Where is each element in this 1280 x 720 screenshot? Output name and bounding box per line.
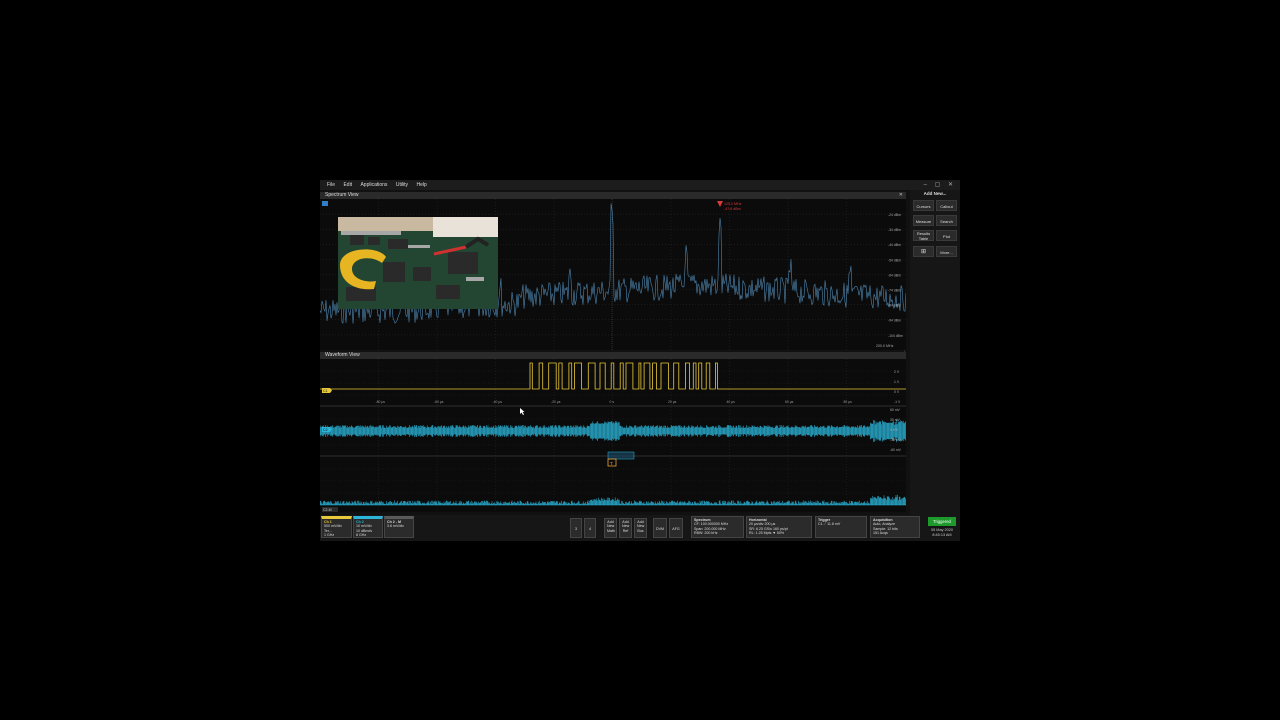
menu-file[interactable]: File <box>327 180 335 190</box>
time-tick: 20 μs <box>668 400 677 404</box>
marker-level: -47.8 dBm <box>724 207 741 211</box>
more-button[interactable]: More... <box>936 246 957 257</box>
trigger-settings-badge[interactable]: Trigger C1 ⟋ 11.8 mV <box>815 516 867 538</box>
ch2-scale-tick: 60 mV <box>890 408 901 412</box>
spectrum-y-tick: -34 dBm <box>888 228 901 232</box>
waveform-view-title: Waveform View <box>320 352 906 359</box>
time-axis-labels: -80 μs -60 μs -40 μs -20 μs 0 s 20 μs 40 μs 60 … <box>376 400 853 404</box>
channel-4-button[interactable]: 4 <box>584 518 596 538</box>
zoom-icon[interactable]: ⊞ <box>913 246 934 257</box>
callout-button[interactable]: Callout <box>936 200 957 211</box>
ch1-bandwidth: 1 GHz <box>324 533 335 538</box>
results-sidebar: Add New... Cursors Callout Measure Searc… <box>910 190 960 515</box>
add-new-label: Add New... <box>923 191 947 196</box>
menu-applications[interactable]: Applications <box>360 180 387 190</box>
zoom-window-box[interactable] <box>607 451 635 460</box>
acquisition-count: 151 Acqs <box>873 531 888 536</box>
ch1-scale-labels: 2 V 1 V 0 V -1 V <box>894 370 901 404</box>
spectrum-y-tick: -74 dBm <box>888 289 901 293</box>
afg-button[interactable]: AFG <box>669 518 683 538</box>
ch1-scale-tick: -1 V <box>894 400 901 404</box>
close-icon[interactable]: ✕ <box>899 192 903 199</box>
spectrum-y-labels: -24 dBm -34 dBm -44 dBm -54 dBm -64 dBm -74 d… <box>888 213 903 338</box>
time-tick: 0 s <box>610 400 615 404</box>
spectrum-span-label: 200.0 MHz <box>876 344 894 348</box>
spectrum-y-tick: -104 dBm <box>888 334 903 338</box>
time-tick: -80 μs <box>376 400 386 404</box>
time-tick: -20 μs <box>551 400 561 404</box>
ch1-badge[interactable]: Ch 1 500 mV/div Ter... 1 GHz <box>321 516 352 538</box>
pcb-image <box>338 217 498 309</box>
date-time: 05 May 2020 8:45:13 AM <box>926 528 958 537</box>
search-button[interactable]: Search <box>936 215 957 226</box>
spectrum-y-tick: -64 dBm <box>888 273 901 277</box>
ch2-label-badge[interactable]: C2 <box>322 427 332 432</box>
record-length: RL: 1.25 Mpts ▼ 50% <box>749 531 785 536</box>
spectrum-y-tick: -54 dBm <box>888 258 901 262</box>
spectrum-y-tick: -24 dBm <box>888 213 901 217</box>
menu-help[interactable]: Help <box>416 180 426 190</box>
cursors-button[interactable]: Cursors <box>913 200 934 211</box>
trigger-marker-label: T <box>610 461 613 466</box>
ch1-scale-tick: 1 V <box>894 380 900 384</box>
menu-utility[interactable]: Utility <box>396 180 408 190</box>
time-label: 8:45:13 AM <box>932 532 952 537</box>
trigger-level: C1 ⟋ 11.8 mV <box>818 522 841 527</box>
marker-icon[interactable] <box>717 201 723 207</box>
spectrum-settings-badge[interactable]: Spectrum CF: 100.000000 MHz Span: 200.00… <box>691 516 744 538</box>
add-math-button[interactable]: Add New Math <box>604 518 617 538</box>
ref-marker-icon <box>322 201 328 206</box>
window-controls[interactable]: – ▢ ✕ <box>924 180 956 190</box>
ch2-scale-tick: 0 mV <box>890 428 899 432</box>
ch2-magnitude-label: C2-M <box>323 508 332 512</box>
ch2-magnitude-trace <box>320 494 906 506</box>
spectrum-rbw: RBW: 200 kHz <box>694 531 718 536</box>
ch2-scale-tick: 30 mV <box>890 418 901 422</box>
waveform-view[interactable]: Waveform View C1 2 V 1 V 0 V -1 V -80 μs -60… <box>320 352 906 512</box>
add-ref-button[interactable]: Add New Ref <box>619 518 632 538</box>
time-tick: 80 μs <box>844 400 853 404</box>
ch2-badge[interactable]: Ch 2 10 mV/div 10 dBmdv 8 GHz <box>353 516 383 538</box>
menu-edit[interactable]: Edit <box>343 180 352 190</box>
mouse-cursor-icon <box>520 408 525 415</box>
marker-frequency: 125.2 MHz <box>724 202 742 206</box>
ch1-trace <box>320 362 906 390</box>
ch1-scale-tick: 2 V <box>894 370 900 374</box>
ch2-magnitude-badge[interactable]: C2-M <box>322 507 338 512</box>
time-tick: 40 μs <box>727 400 736 404</box>
measure-button[interactable]: Measure <box>913 215 934 226</box>
triggered-status-button[interactable]: Triggered <box>928 517 956 526</box>
results-table-button[interactable]: Results Table <box>913 230 934 241</box>
ch2-trace <box>320 419 906 443</box>
plot-button[interactable]: Plot <box>936 230 957 241</box>
ch1-label-badge[interactable]: C1 <box>322 388 332 393</box>
ch1-label: C1 <box>323 389 328 393</box>
spectrum-view-title: Spectrum View <box>320 192 906 199</box>
channel-3-button[interactable]: 3 <box>570 518 582 538</box>
oscilloscope-window: File Edit Applications Utility Help – ▢ … <box>320 180 960 541</box>
spectrum-y-tick: -94 dBm <box>888 319 901 323</box>
time-tick: -60 μs <box>434 400 444 404</box>
time-tick: -40 μs <box>493 400 503 404</box>
ch2-scale-tick: -60 mV <box>890 448 902 452</box>
pcb-photo-inset <box>338 217 498 309</box>
time-tick: 60 μs <box>785 400 794 404</box>
dvm-button[interactable]: DVM <box>653 518 667 538</box>
spectrum-y-tick: -84 dBm <box>888 304 901 308</box>
settings-bar: Ch 1 500 mV/div Ter... 1 GHz Ch 2 10 mV/… <box>320 515 960 541</box>
add-bus-button[interactable]: Add New Bus <box>634 518 647 538</box>
trigger-icon[interactable]: T <box>607 458 617 467</box>
waveform-plot[interactable]: C1 2 V 1 V 0 V -1 V -80 μs -60 μs -40 μs -20 μ… <box>320 359 906 512</box>
spectrum-y-tick: -44 dBm <box>888 243 901 247</box>
ch2m-scale: 3.6 mV/div <box>387 524 404 529</box>
ch2-magnitude-status-badge[interactable]: Ch 2 - M 3.6 mV/div <box>384 516 414 538</box>
spectrum-view[interactable]: Spectrum View ✕ 125.2 MHz -47.8 dBm -24 … <box>320 192 906 350</box>
ch2-bandwidth: 8 GHz <box>356 533 367 538</box>
horizontal-settings-badge[interactable]: Horizontal 20 μs/div 200 μs SR: 6.25 GS/… <box>746 516 812 538</box>
acquisition-settings-badge[interactable]: Acquisition Auto, Analyze Sample: 12 bit… <box>870 516 920 538</box>
ch2-label: C2 <box>323 428 328 432</box>
menu-bar: File Edit Applications Utility Help – ▢ … <box>320 180 960 190</box>
ch1-scale-tick: 0 V <box>894 390 900 394</box>
ch2-scale-tick: -30 mV <box>890 438 902 442</box>
